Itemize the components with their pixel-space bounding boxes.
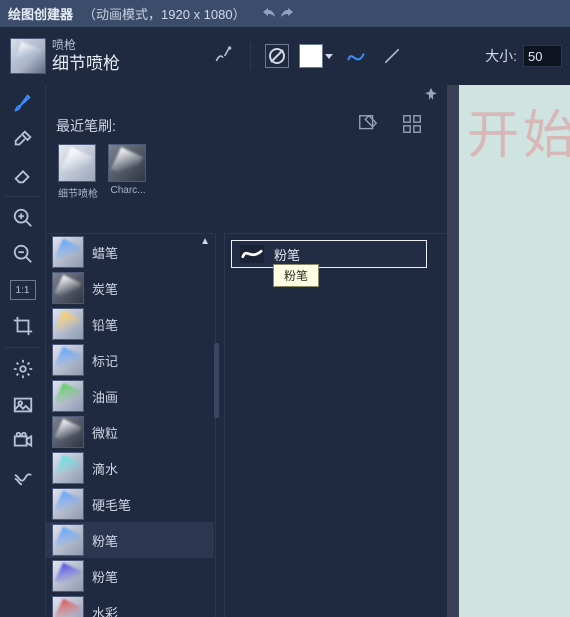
title-bar: 绘图创建器 （动画模式，1920 x 1080） xyxy=(0,0,570,27)
undo-icon[interactable] xyxy=(262,6,276,21)
category-icon xyxy=(52,596,84,617)
tool-settings[interactable] xyxy=(0,351,45,387)
pin-icon[interactable] xyxy=(425,88,437,103)
category-item[interactable]: 粉笔 xyxy=(46,522,214,558)
edit-list-icon[interactable] xyxy=(357,113,379,138)
line-icon[interactable] xyxy=(379,43,405,69)
category-icon xyxy=(52,308,84,340)
recent-brush-item[interactable]: Charc... xyxy=(108,144,148,200)
tool-image[interactable] xyxy=(0,387,45,423)
category-icon xyxy=(52,272,84,304)
category-icon xyxy=(52,560,84,592)
tool-actual-size[interactable]: 1:1 xyxy=(10,280,36,300)
tool-brush[interactable] xyxy=(0,85,45,121)
size-input[interactable]: 50 xyxy=(523,45,562,67)
recent-brush-label: 细节喷枪 xyxy=(58,185,98,200)
category-icon xyxy=(52,524,84,556)
category-list[interactable]: ▲ 蜡笔炭笔铅笔标记油画微粒滴水硬毛笔粉笔粉笔水彩 xyxy=(46,233,214,617)
stroke-style-icon[interactable] xyxy=(343,43,369,69)
tool-crop[interactable] xyxy=(0,308,45,344)
title-mode: （动画模式，1920 x 1080） xyxy=(83,4,246,23)
tool-effects[interactable] xyxy=(0,459,45,495)
preset-area: 粉笔 粉笔 xyxy=(224,233,447,617)
category-item[interactable]: 标记 xyxy=(46,342,214,378)
current-brush-thumbnail[interactable] xyxy=(10,38,46,74)
brush-panel: 最近笔刷: 细节喷枪Charc... ▲ 蜡笔炭笔铅笔标记油画微粒滴水硬毛笔粉笔… xyxy=(46,85,447,617)
preset-label: 粉笔 xyxy=(274,245,300,264)
category-label: 铅笔 xyxy=(92,315,118,334)
size-label: 大小: xyxy=(485,46,517,66)
tool-strip: 1:1 xyxy=(0,85,46,617)
category-item[interactable]: 粉笔 xyxy=(46,558,214,594)
tool-zoom-in[interactable] xyxy=(0,200,45,236)
category-item[interactable]: 油画 xyxy=(46,378,214,414)
brush-header: 喷枪 细节喷枪 大小: 50 xyxy=(0,27,570,85)
category-icon xyxy=(52,344,84,376)
category-label: 标记 xyxy=(92,351,118,370)
category-item[interactable]: 微粒 xyxy=(46,414,214,450)
brush-category-label: 喷枪 xyxy=(52,38,120,53)
tool-video[interactable] xyxy=(0,423,45,459)
brush-settings-icon[interactable] xyxy=(210,43,236,69)
recent-brush-label: Charc... xyxy=(108,185,148,196)
category-icon xyxy=(52,452,84,484)
tool-eraser[interactable] xyxy=(0,157,45,193)
category-icon xyxy=(52,416,84,448)
category-label: 硬毛笔 xyxy=(92,495,131,514)
category-label: 粉笔 xyxy=(92,567,118,586)
category-item[interactable]: 水彩 xyxy=(46,594,214,617)
category-item[interactable]: 滴水 xyxy=(46,450,214,486)
brush-name-label: 细节喷枪 xyxy=(52,53,120,74)
tool-eyedropper[interactable] xyxy=(0,121,45,157)
category-item[interactable]: 硬毛笔 xyxy=(46,486,214,522)
preset-item[interactable]: 粉笔 xyxy=(231,240,427,268)
category-icon xyxy=(52,380,84,412)
tool-zoom-out[interactable] xyxy=(0,236,45,272)
category-label: 微粒 xyxy=(92,423,118,442)
redo-icon[interactable] xyxy=(280,6,294,21)
scroll-up-icon[interactable]: ▲ xyxy=(200,236,210,247)
app-title: 绘图创建器 xyxy=(8,4,73,23)
category-icon xyxy=(52,488,84,520)
caret-down-icon xyxy=(325,54,333,59)
category-label: 粉笔 xyxy=(92,531,118,550)
category-label: 油画 xyxy=(92,387,118,406)
no-fill-swatch[interactable] xyxy=(265,44,289,68)
category-label: 滴水 xyxy=(92,459,118,478)
category-item[interactable]: 蜡笔 xyxy=(46,234,214,270)
preset-stroke-icon xyxy=(240,245,264,263)
category-label: 水彩 xyxy=(92,603,118,617)
category-label: 蜡笔 xyxy=(92,243,118,262)
recent-brushes-label: 最近笔刷: xyxy=(56,116,116,136)
category-label: 炭笔 xyxy=(92,279,118,298)
recent-brush-item[interactable]: 细节喷枪 xyxy=(58,144,98,200)
scrollbar[interactable] xyxy=(214,233,224,617)
canvas-placeholder-text: 开始 xyxy=(467,93,570,168)
canvas-area[interactable]: 开始 xyxy=(447,85,570,617)
grid-view-icon[interactable] xyxy=(401,113,423,138)
category-item[interactable]: 铅笔 xyxy=(46,306,214,342)
tooltip: 粉笔 xyxy=(273,264,319,287)
color-swatch[interactable] xyxy=(299,44,333,68)
category-icon xyxy=(52,236,84,268)
paper: 开始 xyxy=(459,85,570,617)
category-item[interactable]: 炭笔 xyxy=(46,270,214,306)
